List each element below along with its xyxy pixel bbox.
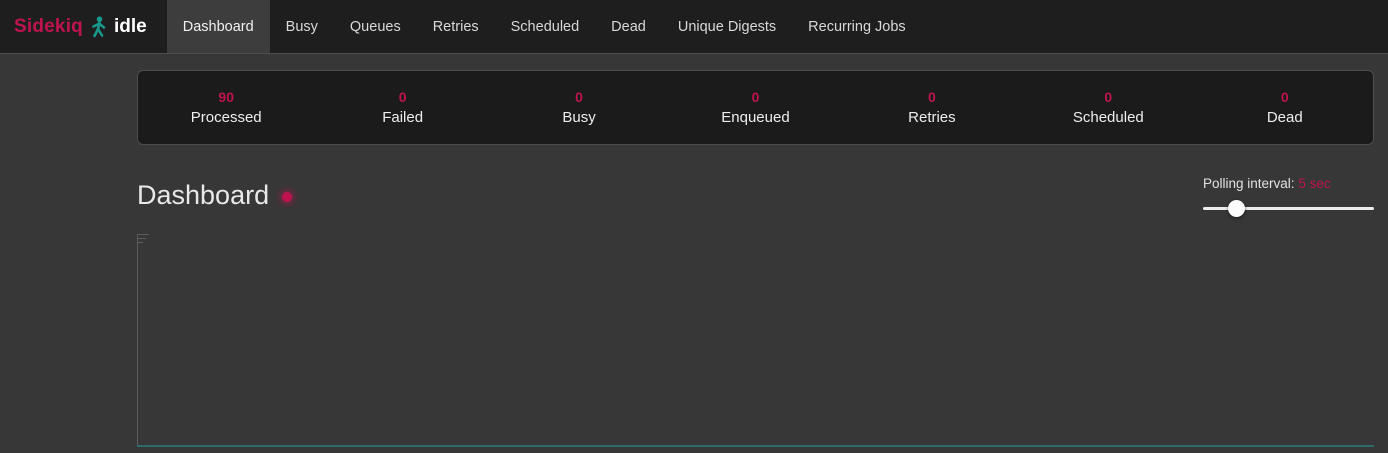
nav-item-scheduled[interactable]: Scheduled (495, 0, 596, 53)
slider-thumb[interactable] (1228, 200, 1245, 217)
stat-failed-value: 0 (399, 89, 407, 105)
polling-interval-slider[interactable] (1203, 200, 1374, 217)
polling-interval-label: Polling interval: 5 sec (1203, 176, 1374, 191)
main-content: 90 Processed 0 Failed 0 Busy 0 Enqueued … (137, 70, 1374, 447)
nav-item-recurring-jobs[interactable]: Recurring Jobs (792, 0, 922, 53)
nav-item-unique-digests[interactable]: Unique Digests (662, 0, 792, 53)
graph-baseline (137, 445, 1374, 447)
stat-scheduled-value: 0 (1104, 89, 1112, 105)
polling-interval-control: Polling interval: 5 sec (1203, 176, 1374, 217)
stat-retries-label: Retries (908, 109, 956, 126)
stat-failed[interactable]: 0 Failed (314, 71, 490, 144)
brand-name: Sidekiq (14, 16, 83, 38)
sidekiq-runner-icon (90, 16, 107, 38)
stat-busy-value: 0 (575, 89, 583, 105)
stat-scheduled[interactable]: 0 Scheduled (1020, 71, 1196, 144)
summary-bar: 90 Processed 0 Failed 0 Busy 0 Enqueued … (137, 70, 1374, 145)
nav-menu: Dashboard Busy Queues Retries Scheduled … (167, 0, 922, 53)
y-axis-tick (138, 242, 143, 243)
nav-item-queues[interactable]: Queues (334, 0, 417, 53)
realtime-graph (137, 234, 1374, 447)
stat-scheduled-label: Scheduled (1073, 109, 1144, 126)
page-title: Dashboard (137, 181, 269, 211)
stat-retries-value: 0 (928, 89, 936, 105)
stat-busy-label: Busy (562, 109, 595, 126)
page-title-wrap: Dashboard (137, 181, 292, 211)
top-navbar: Sidekiq idle Dashboard Busy Queues Retri… (0, 0, 1388, 54)
polling-label-text: Polling interval: (1203, 176, 1295, 191)
status-text: idle (114, 16, 147, 38)
stat-processed[interactable]: 90 Processed (138, 71, 314, 144)
y-axis-tick (138, 238, 146, 239)
nav-item-dashboard[interactable]: Dashboard (167, 0, 270, 53)
nav-item-retries[interactable]: Retries (417, 0, 495, 53)
stat-enqueued-label: Enqueued (721, 109, 789, 126)
nav-item-dead[interactable]: Dead (595, 0, 662, 53)
stat-busy[interactable]: 0 Busy (491, 71, 667, 144)
stat-retries[interactable]: 0 Retries (844, 71, 1020, 144)
stat-dead-label: Dead (1267, 109, 1303, 126)
stat-processed-value: 90 (218, 89, 234, 105)
stat-dead[interactable]: 0 Dead (1197, 71, 1373, 144)
polling-value: 5 sec (1298, 176, 1330, 191)
y-axis-tick (138, 234, 149, 235)
dashboard-header-row: Dashboard Polling interval: 5 sec (137, 176, 1374, 217)
sidekiq-brand[interactable]: Sidekiq idle (0, 0, 167, 53)
stat-enqueued[interactable]: 0 Enqueued (667, 71, 843, 144)
stat-failed-label: Failed (382, 109, 423, 126)
stat-dead-value: 0 (1281, 89, 1289, 105)
live-beacon-icon (282, 192, 292, 202)
stat-enqueued-value: 0 (752, 89, 760, 105)
nav-item-busy[interactable]: Busy (270, 0, 334, 53)
stat-processed-label: Processed (191, 109, 262, 126)
